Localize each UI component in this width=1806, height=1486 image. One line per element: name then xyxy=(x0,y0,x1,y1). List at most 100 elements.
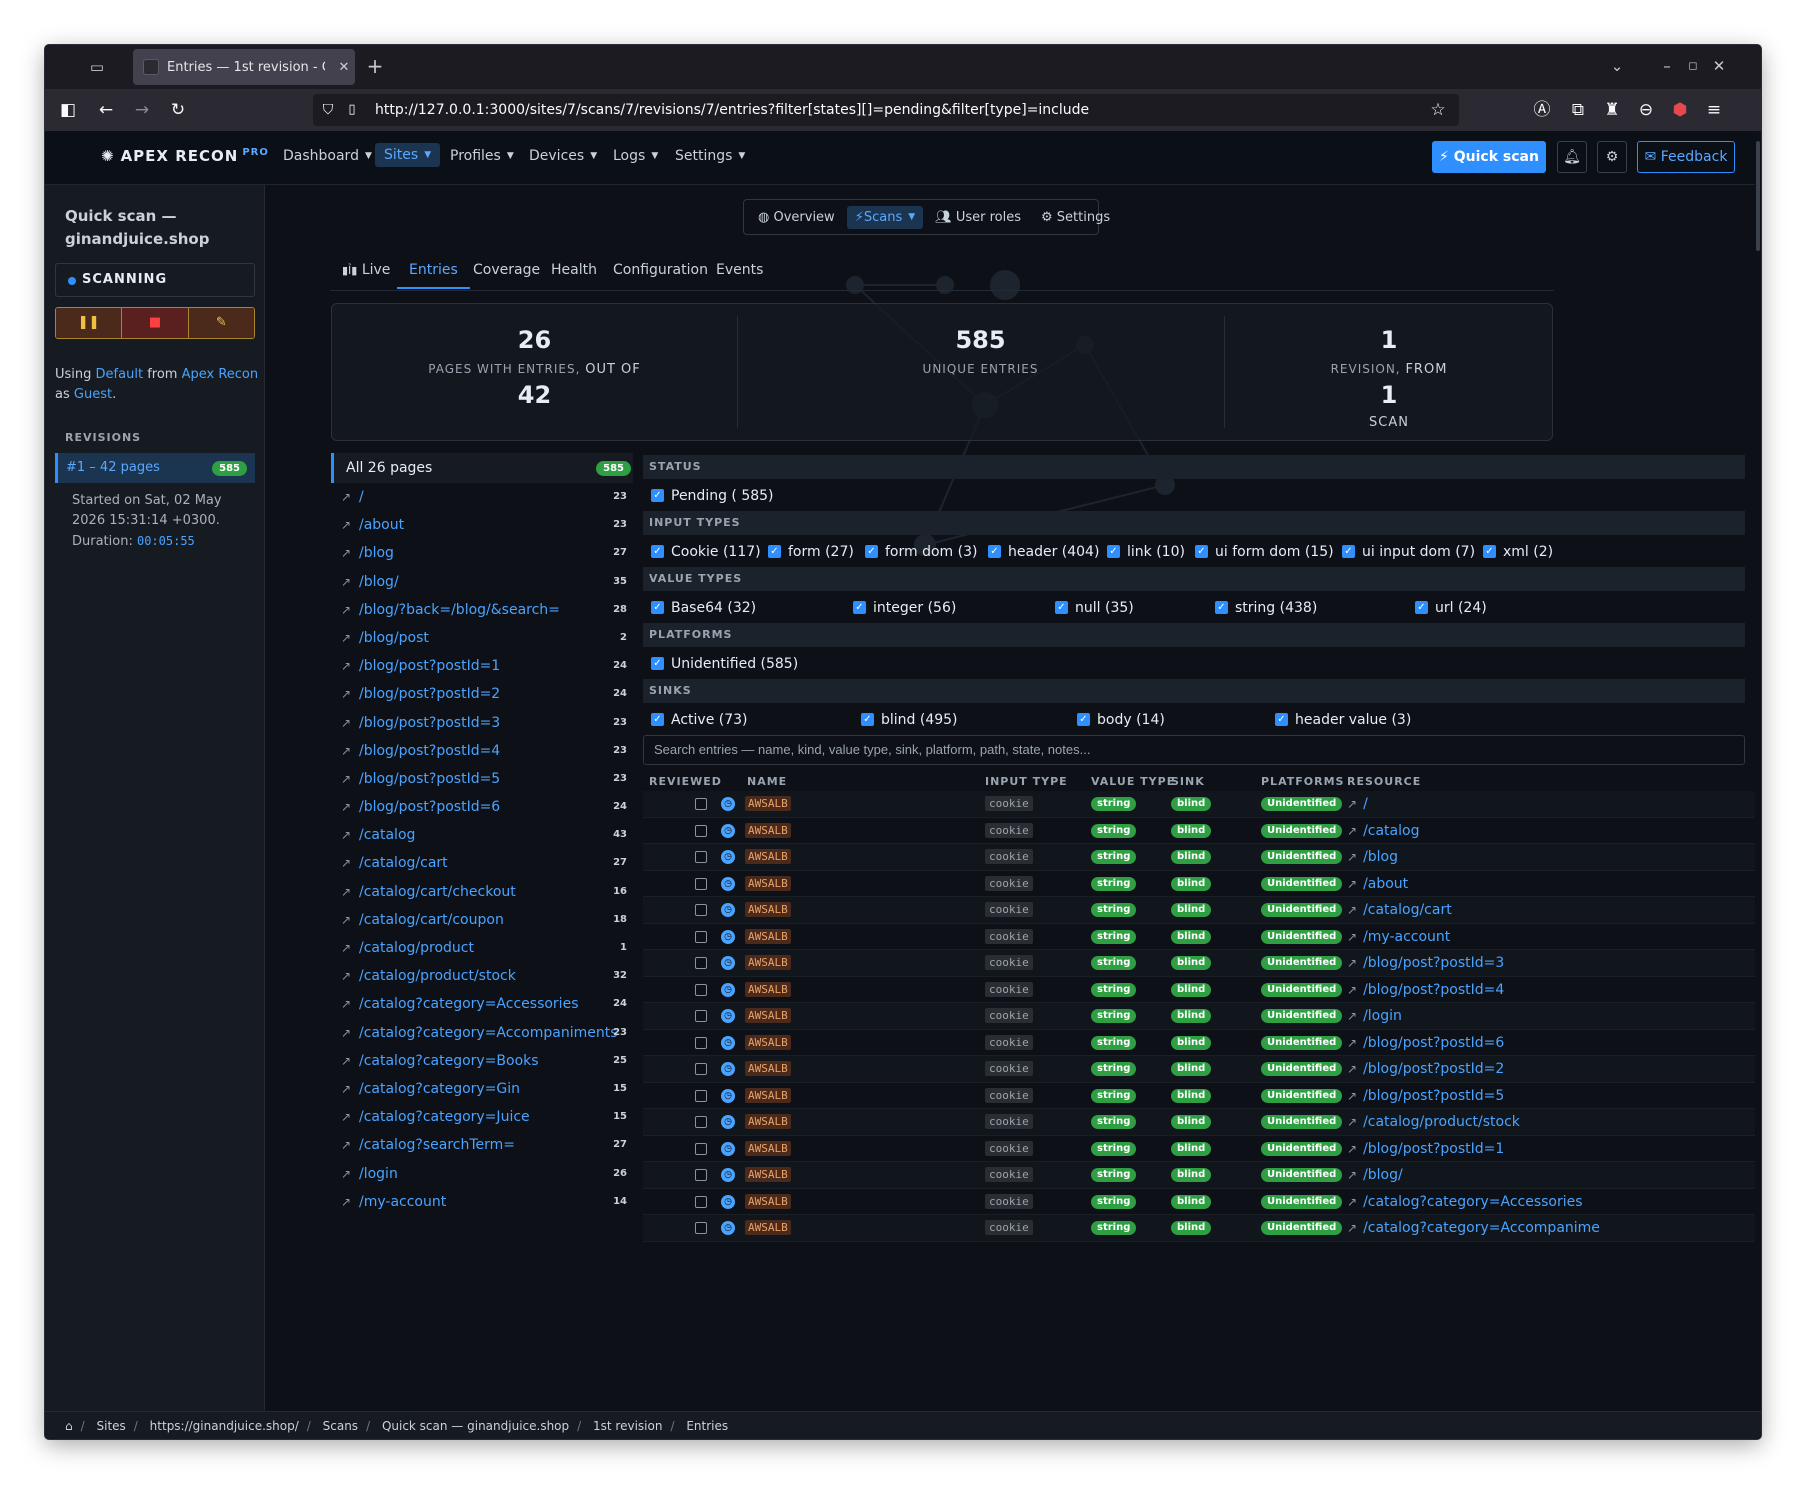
table-row[interactable]: ◷ AWSALB cookie string blind Unidentified ↗ /bl… xyxy=(643,844,1755,871)
reviewed-checkbox[interactable] xyxy=(695,1169,707,1181)
close-tab-icon[interactable]: ✕ xyxy=(333,60,355,75)
filter-sink-blind[interactable]: blind (495) xyxy=(861,712,958,728)
table-row[interactable]: ◷ AWSALB cookie string blind Unidentified ↗ /ca… xyxy=(643,1215,1755,1242)
reviewed-checkbox[interactable] xyxy=(695,1089,707,1102)
column-reviewed[interactable]: REVIEWED xyxy=(649,775,722,788)
scan-nav-overview[interactable]: ◍ Overview xyxy=(750,206,843,229)
external-link-icon[interactable]: ↗ xyxy=(341,990,351,1018)
page-scrollbar[interactable] xyxy=(1755,131,1761,1411)
reviewed-checkbox[interactable] xyxy=(695,1063,707,1075)
filter-platform-unidentified[interactable]: Unidentified (585) xyxy=(651,656,798,672)
table-row[interactable]: ◷ AWSALB cookie string blind Unidentified ↗ /bl… xyxy=(643,1030,1755,1056)
list-item-all-pages[interactable]: All 26 pages 585 xyxy=(331,453,633,483)
external-link-icon[interactable]: ↗ xyxy=(341,849,351,877)
entry-name[interactable]: AWSALB xyxy=(745,1087,791,1103)
external-link-icon[interactable]: ↗ xyxy=(341,1103,351,1131)
column-input-type[interactable]: INPUT TYPE xyxy=(985,775,1068,788)
sidebar-toggle-icon[interactable]: ◧ xyxy=(57,100,79,120)
list-item[interactable]: ↗ /my-account 14 xyxy=(331,1188,633,1216)
entry-name[interactable]: AWSALB xyxy=(745,955,791,970)
pause-button[interactable]: ❚❚ xyxy=(56,308,123,338)
resource-link[interactable]: ↗ /blog/post?postId=4 xyxy=(1347,980,1504,1000)
feedback-button[interactable]: ✉ Feedback xyxy=(1637,141,1735,173)
external-link-icon[interactable]: ↗ xyxy=(341,1188,351,1216)
filter-value-base64[interactable]: Base64 (32) xyxy=(651,600,756,616)
external-link-icon[interactable]: ↗ xyxy=(341,1160,351,1188)
entry-name[interactable]: AWSALB xyxy=(745,928,791,944)
shield-icon[interactable]: ⛉ xyxy=(317,100,339,120)
reviewed-checkbox[interactable] xyxy=(695,798,707,810)
resource-link[interactable]: ↗ /catalog?category=Accessories xyxy=(1347,1192,1583,1212)
list-item[interactable]: ↗ /catalog 43 xyxy=(331,821,633,849)
scan-nav-user-roles[interactable]: 👥︎ User roles xyxy=(927,206,1029,229)
reviewed-checkbox[interactable] xyxy=(695,1142,707,1155)
list-item[interactable]: ↗ /catalog/product 1 xyxy=(331,934,633,962)
resource-link[interactable]: ↗ /catalog/cart xyxy=(1347,900,1452,920)
ublock-icon[interactable]: ⬢ xyxy=(1669,100,1691,120)
menu-sites[interactable]: Sites ▼ xyxy=(375,143,441,167)
external-link-icon[interactable]: ↗ xyxy=(341,1047,351,1075)
filter-input-ui-form-dom[interactable]: ui form dom (15) xyxy=(1195,544,1334,560)
menu-logs[interactable]: Logs ▼ xyxy=(613,148,658,164)
scrollbar-thumb[interactable] xyxy=(1756,141,1760,251)
breadcrumb-revision[interactable]: 1st revision xyxy=(593,1419,662,1433)
filter-sink-header-value[interactable]: header value (3) xyxy=(1275,712,1411,728)
list-item[interactable]: ↗ /catalog/cart/coupon 18 xyxy=(331,906,633,934)
external-link-icon[interactable]: ↗ xyxy=(341,511,351,539)
profile-link[interactable]: Default xyxy=(96,367,144,382)
extensions-icon[interactable]: ⧉ xyxy=(1567,100,1589,120)
scan-nav-settings[interactable]: ⚙ Settings xyxy=(1033,206,1118,229)
entry-name[interactable]: AWSALB xyxy=(745,875,791,891)
reviewed-checkbox[interactable] xyxy=(695,1116,707,1128)
external-link-icon[interactable]: ↗ xyxy=(341,1019,351,1047)
filter-value-string[interactable]: string (438) xyxy=(1215,600,1317,616)
entry-name[interactable]: AWSALB xyxy=(745,1114,791,1129)
table-row[interactable]: ◷ AWSALB cookie string blind Unidentified ↗ /my… xyxy=(643,924,1755,950)
list-item[interactable]: ↗ / 23 xyxy=(331,483,633,511)
resource-link[interactable]: ↗ / xyxy=(1347,794,1368,814)
external-link-icon[interactable]: ↗ xyxy=(341,680,351,708)
entry-name[interactable]: AWSALB xyxy=(745,1193,791,1209)
tab-live[interactable]: ▮Ỉ▮ Live xyxy=(342,262,390,278)
external-link-icon[interactable]: ↗ xyxy=(341,1131,351,1159)
filter-input-form-dom[interactable]: form dom (3) xyxy=(865,544,977,560)
entry-name[interactable]: AWSALB xyxy=(745,849,791,864)
bookmark-star-icon[interactable]: ☆ xyxy=(1427,100,1449,120)
list-item[interactable]: ↗ /blog/post?postId=4 23 xyxy=(331,737,633,765)
list-item[interactable]: ↗ /catalog?category=Accompaniments 23 xyxy=(331,1019,633,1047)
entry-name[interactable]: AWSALB xyxy=(745,1140,791,1156)
tab-entries[interactable]: Entries xyxy=(397,262,470,289)
external-link-icon[interactable]: ↗ xyxy=(341,737,351,765)
list-item[interactable]: ↗ /blog/post 2 xyxy=(331,624,633,652)
entry-name[interactable]: AWSALB xyxy=(745,1220,791,1235)
entry-name[interactable]: AWSALB xyxy=(745,1034,791,1050)
external-link-icon[interactable]: ↗ xyxy=(341,962,351,990)
reviewed-checkbox[interactable] xyxy=(695,930,707,943)
list-item[interactable]: ↗ /catalog?searchTerm= 27 xyxy=(331,1131,633,1159)
filter-status-pending[interactable]: Pending ( 585) xyxy=(651,488,774,504)
resource-link[interactable]: ↗ /my-account xyxy=(1347,927,1450,947)
search-input[interactable]: Search entries — name, kind, value type,… xyxy=(643,735,1745,765)
column-value-type[interactable]: VALUE TYPE xyxy=(1091,775,1175,788)
table-row[interactable]: ◷ AWSALB cookie string blind Unidentified ↗ /ca… xyxy=(643,1109,1755,1136)
external-link-icon[interactable]: ↗ xyxy=(341,934,351,962)
reviewed-checkbox[interactable] xyxy=(695,824,707,837)
external-link-icon[interactable]: ↗ xyxy=(341,568,351,596)
tab-coverage[interactable]: Coverage xyxy=(473,262,540,278)
scan-nav-scans[interactable]: ⚡Scans ▼ xyxy=(846,205,924,229)
external-link-icon[interactable]: ↗ xyxy=(341,821,351,849)
list-item[interactable]: ↗ /catalog?category=Juice 15 xyxy=(331,1103,633,1131)
resource-link[interactable]: ↗ /blog/post?postId=2 xyxy=(1347,1059,1504,1079)
menu-dashboard[interactable]: Dashboard ▼ xyxy=(283,148,372,164)
list-item[interactable]: ↗ /blog/post?postId=2 24 xyxy=(331,680,633,708)
filter-value-integer[interactable]: integer (56) xyxy=(853,600,956,616)
home-icon[interactable]: ⌂ xyxy=(65,1419,73,1433)
table-row[interactable]: ◷ AWSALB cookie string blind Unidentified ↗ /bl… xyxy=(643,1162,1755,1189)
entry-name[interactable]: AWSALB xyxy=(745,1008,791,1023)
breadcrumb-sites[interactable]: Sites xyxy=(97,1419,126,1433)
account-icon[interactable]: Ⓐ xyxy=(1531,100,1553,120)
close-window-icon[interactable]: ✕ xyxy=(1709,56,1729,76)
table-row[interactable]: ◷ AWSALB cookie string blind Unidentified ↗ /ab… xyxy=(643,871,1755,897)
filter-input-form[interactable]: form (27) xyxy=(768,544,854,560)
breadcrumb-scans[interactable]: Scans xyxy=(323,1419,358,1433)
